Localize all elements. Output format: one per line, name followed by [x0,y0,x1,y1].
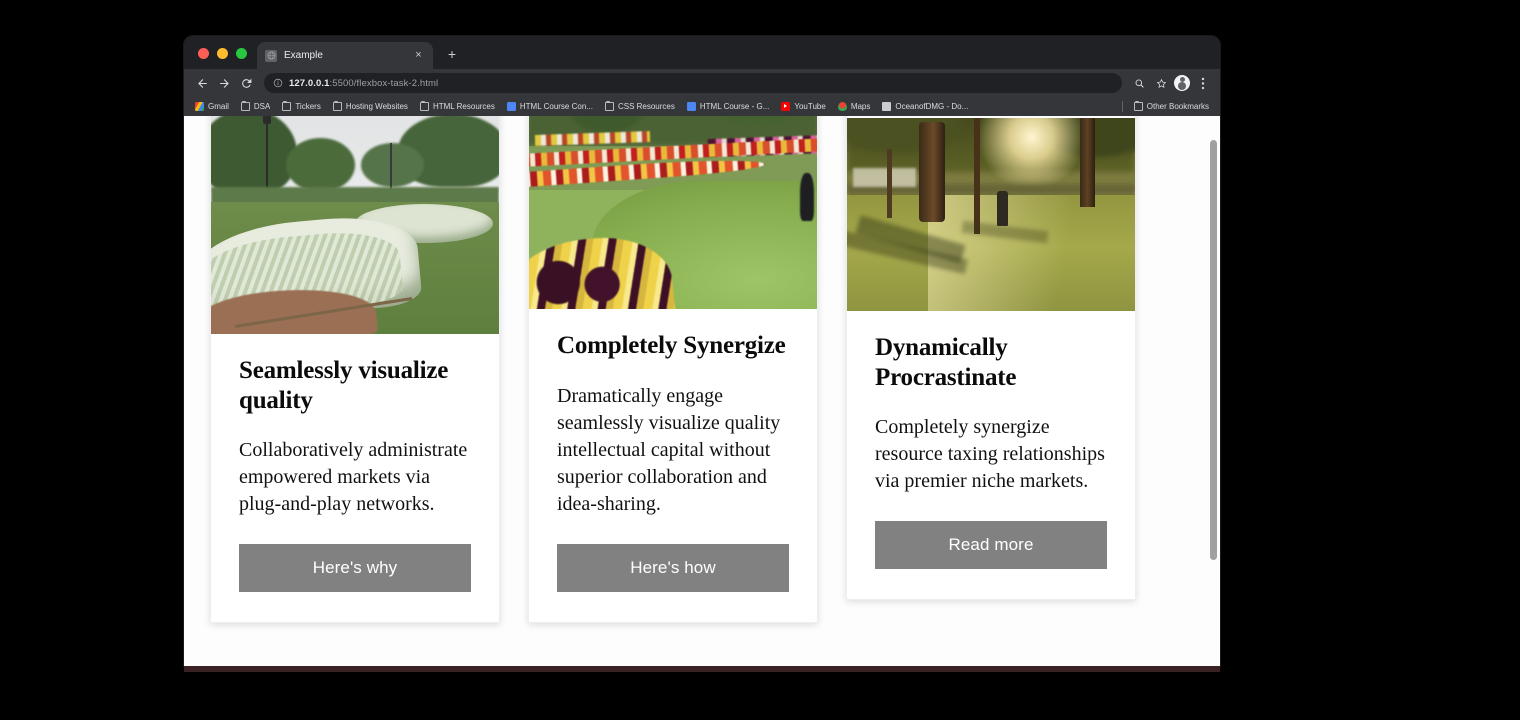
bookmark-html-course-g[interactable]: HTML Course - G... [682,101,775,112]
gmail-icon [195,102,204,111]
close-window-button[interactable] [198,48,209,59]
folder-icon [1133,101,1143,111]
card-cta-button[interactable]: Here's why [239,544,471,592]
bookmark-label: Hosting Websites [345,102,408,111]
bookmark-label: Maps [850,102,871,111]
bookmark-label: HTML Resources [432,102,495,111]
bookmark-label: CSS Resources [617,102,675,111]
card-image [529,116,817,309]
bookmark-hosting-websites[interactable]: Hosting Websites [328,101,413,112]
maps-pin-icon [837,102,847,111]
bookmark-label: HTML Course Con... [519,102,593,111]
browser-toolbar: 127.0.0.1:5500/flexbox-task-2.html [184,69,1220,97]
profile-avatar[interactable] [1174,75,1190,91]
search-icon[interactable] [1130,74,1148,92]
bookmarks-bar: Gmail DSA Tickers Hosting Websites HTML … [184,97,1220,116]
folder-icon [240,101,250,111]
window-controls [192,48,257,69]
forward-arrow-icon[interactable] [214,73,234,93]
toolbar-icon-group [1130,74,1212,92]
bookmark-gmail[interactable]: Gmail [190,101,234,112]
blue-page-icon [506,102,516,111]
folder-icon [332,101,342,111]
new-tab-button[interactable]: + [442,45,462,65]
sunlit-park-illustration [847,118,1135,311]
bookmark-oceanofdmg[interactable]: OceanofDMG - Do... [877,101,973,112]
info-circle-icon [273,78,283,88]
card: Completely Synergize Dramatically engage… [528,116,818,623]
card-body: Completely Synergize Dramatically engage… [529,309,817,622]
card-text: Completely synergize resource taxing rel… [875,416,1105,492]
kebab-menu-icon[interactable] [1194,74,1212,92]
folder-icon [419,101,429,111]
card: Dynamically Procrastinate Completely syn… [846,116,1136,600]
desktop-background [184,672,1220,720]
document-icon [882,102,892,111]
maximize-window-button[interactable] [236,48,247,59]
card-cta-button[interactable]: Read more [875,521,1107,569]
bookmark-html-course-content[interactable]: HTML Course Con... [502,101,598,112]
bookmark-label: DSA [253,102,271,111]
card-body: Seamlessly visualize quality Collaborati… [211,334,499,622]
tab-title: Example [284,50,323,61]
reload-icon[interactable] [236,73,256,93]
card-title: Seamlessly visualize quality [239,357,449,414]
bookmark-label: Gmail [208,102,229,111]
bookmark-label: Tickers [295,102,321,111]
bookmark-label: HTML Course - G... [699,102,770,111]
bookmark-dsa[interactable]: DSA [236,101,275,112]
garden-with-white-flowerbed-illustration [211,116,499,334]
card: Seamlessly visualize quality Collaborati… [210,116,500,623]
url-path: :5500/flexbox-task-2.html [329,77,439,89]
close-icon[interactable]: × [412,49,425,62]
card-row: Seamlessly visualize quality Collaborati… [210,116,1136,623]
youtube-icon [781,102,791,111]
bookmark-maps[interactable]: Maps [833,101,876,112]
screenshot-root: Example × + 127.0.0.1:5500/flexbox-task-… [0,0,1520,720]
url-text: 127.0.0.1:5500/flexbox-task-2.html [289,78,438,89]
browser-tab[interactable]: Example × [257,42,433,69]
blue-page-icon [686,102,696,111]
card-image [847,118,1135,311]
folder-icon [604,101,614,111]
bookmark-youtube[interactable]: YouTube [776,101,830,112]
bookmark-other-bookmarks[interactable]: Other Bookmarks [1129,101,1214,112]
card-text: Collaboratively administrate empowered m… [239,439,468,515]
bookmark-label: YouTube [794,102,826,111]
web-page: Seamlessly visualize quality Collaborati… [184,116,1220,666]
card-text: Dramatically engage seamlessly visualize… [557,384,781,515]
folder-icon [282,101,292,111]
card-title: Dynamically Procrastinate [875,334,1017,391]
card-cta-button[interactable]: Here's how [557,543,789,592]
bookmark-label: OceanofDMG - Do... [895,102,969,111]
divider [1121,101,1123,112]
bookmark-label: Other Bookmarks [1146,102,1209,111]
star-icon[interactable] [1152,74,1170,92]
globe-icon [265,49,277,62]
colourful-flower-beds-illustration [529,116,817,309]
back-arrow-icon[interactable] [192,73,212,93]
tab-strip: Example × + [184,36,1220,69]
card-body: Dynamically Procrastinate Completely syn… [847,311,1135,599]
address-bar[interactable]: 127.0.0.1:5500/flexbox-task-2.html [264,73,1122,93]
minimize-window-button[interactable] [217,48,228,59]
bookmark-tickers[interactable]: Tickers [277,101,325,112]
page-scrollbar[interactable] [1210,140,1217,560]
bookmark-html-resources[interactable]: HTML Resources [415,101,500,112]
bookmark-css-resources[interactable]: CSS Resources [600,101,680,112]
other-bookmarks-group: Other Bookmarks [1116,101,1214,112]
page-viewport: Seamlessly visualize quality Collaborati… [184,116,1220,666]
browser-window: Example × + 127.0.0.1:5500/flexbox-task-… [184,36,1220,666]
card-title: Completely Synergize [557,332,786,359]
url-host: 127.0.0.1 [289,77,330,89]
card-image [211,116,499,334]
